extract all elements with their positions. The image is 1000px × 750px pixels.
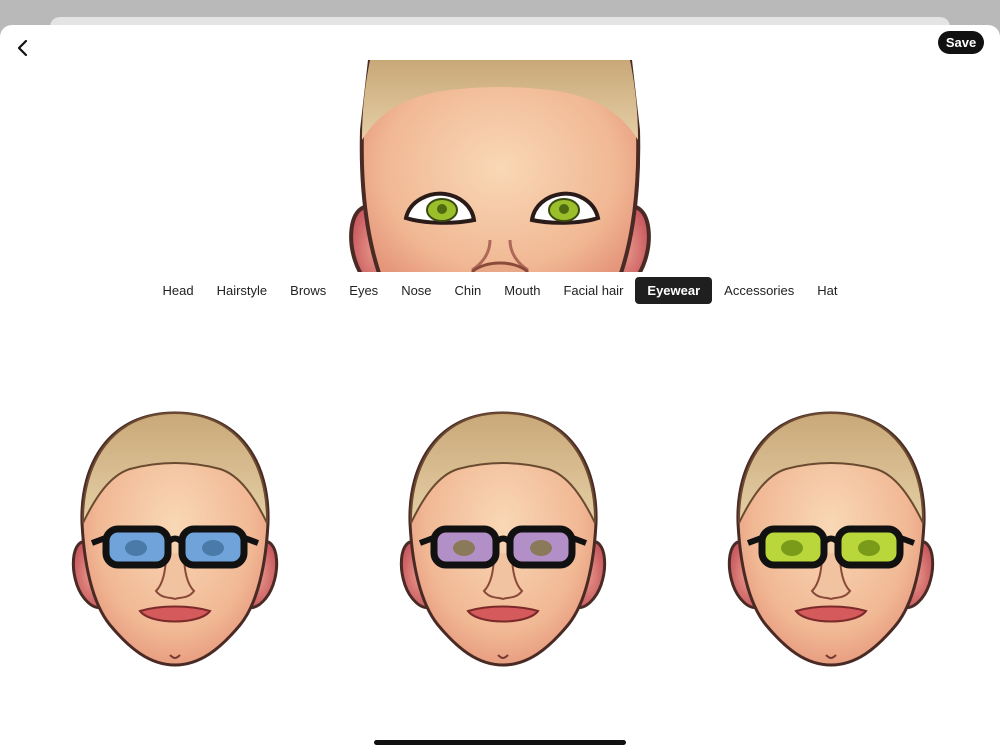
avatar-eyewear-purple-icon: [399, 411, 607, 667]
tab-chin[interactable]: Chin: [444, 277, 493, 304]
tab-hairstyle[interactable]: Hairstyle: [206, 277, 279, 304]
eyewear-option-green[interactable]: [726, 403, 936, 673]
tab-accessories[interactable]: Accessories: [713, 277, 805, 304]
avatar-eyewear-green-icon: [727, 411, 935, 667]
avatar-eyewear-blue-icon: [71, 411, 279, 667]
category-tab-bar: Head Hairstyle Brows Eyes Nose Chin Mout…: [0, 277, 1000, 304]
tab-eyewear[interactable]: Eyewear: [635, 277, 713, 304]
eyewear-option-purple[interactable]: [398, 403, 608, 673]
save-button[interactable]: Save: [938, 31, 984, 54]
chevron-left-icon: [17, 39, 28, 57]
avatar-preview: [340, 60, 660, 272]
eyewear-option-blue[interactable]: [70, 403, 280, 673]
eyewear-options-grid: [0, 403, 1000, 673]
avatar-editor-sheet: Save Head Hairstyle Brows Eyes Nose Chin…: [0, 25, 1000, 750]
tab-hat[interactable]: Hat: [806, 277, 848, 304]
tab-mouth[interactable]: Mouth: [493, 277, 551, 304]
tab-brows[interactable]: Brows: [279, 277, 337, 304]
tab-eyes[interactable]: Eyes: [338, 277, 389, 304]
back-button[interactable]: [8, 33, 38, 63]
tab-nose[interactable]: Nose: [390, 277, 442, 304]
tab-facial-hair[interactable]: Facial hair: [552, 277, 634, 304]
home-indicator[interactable]: [374, 740, 626, 745]
tab-head[interactable]: Head: [152, 277, 205, 304]
